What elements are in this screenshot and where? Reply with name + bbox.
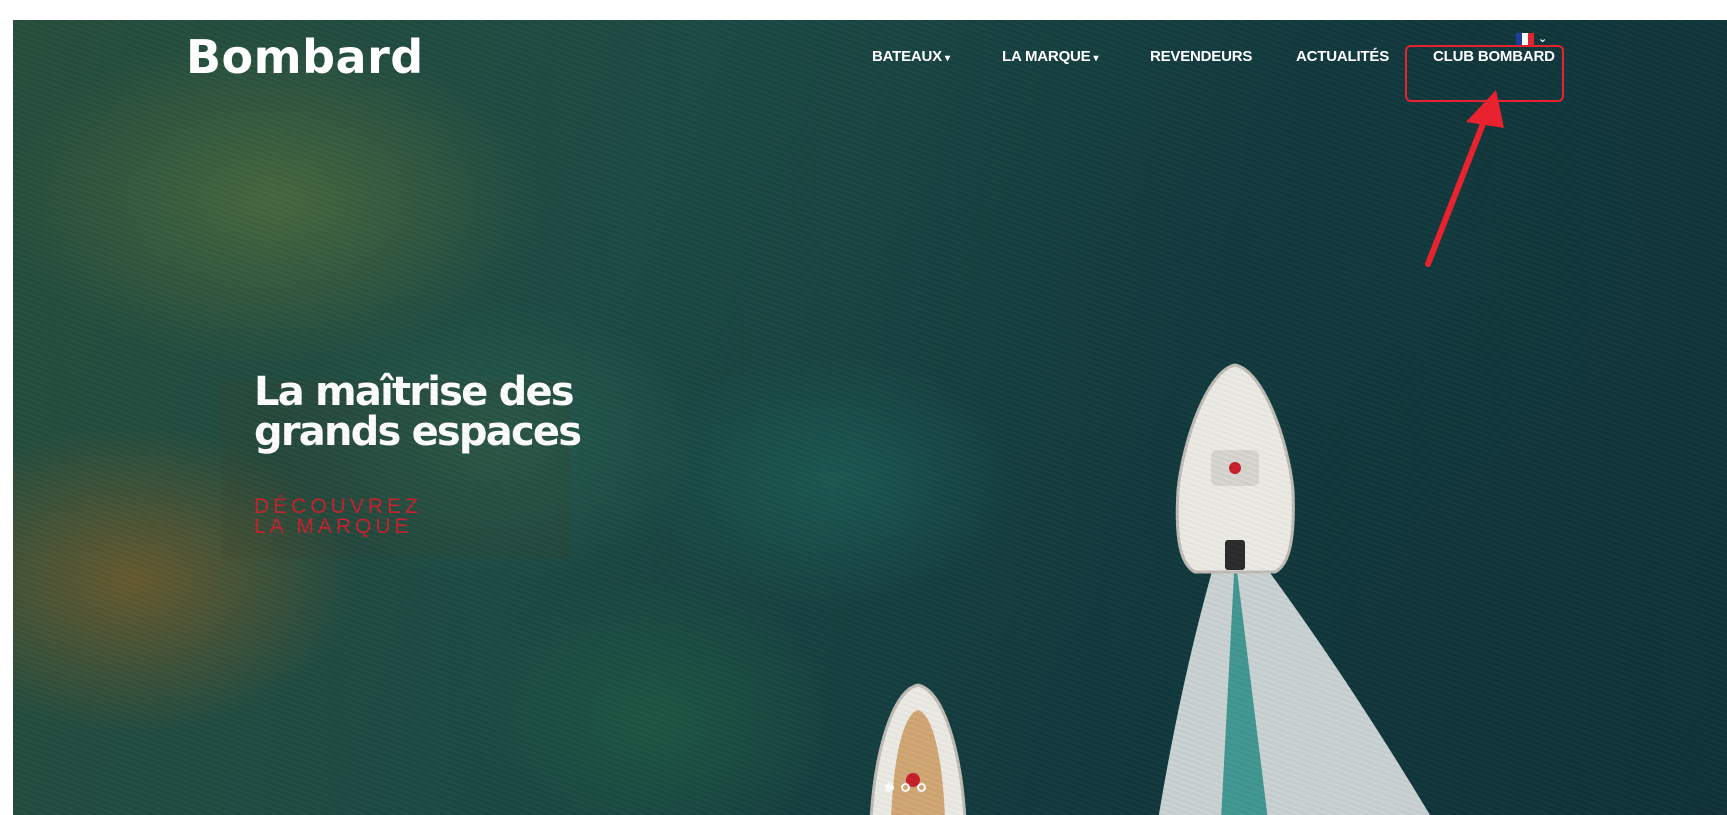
hero-banner: La maîtrise des grands espaces DÉCOUVREZ…: [13, 20, 1727, 815]
language-selector[interactable]: ⌄: [1516, 32, 1547, 45]
nav-item-la-marque[interactable]: LA MARQUE ▾: [1002, 48, 1099, 65]
hero-headline: La maîtrise des grands espaces: [254, 369, 582, 455]
discover-brand-link[interactable]: DÉCOUVREZ LA MARQUE: [254, 495, 422, 538]
boat-motor: [1225, 540, 1245, 570]
slider-dots: [885, 783, 926, 792]
lower-boat-deck: [891, 710, 945, 815]
nav-item-label: CLUB BOMBARD: [1433, 48, 1555, 65]
nav-item-club-bombard[interactable]: CLUB BOMBARD: [1433, 48, 1555, 65]
nav-item-bateaux[interactable]: BATEAUX ▾: [872, 48, 950, 65]
wake-trail: [1221, 555, 1268, 815]
nav-item-actualites[interactable]: ACTUALITÉS: [1296, 48, 1389, 65]
france-flag-icon: [1516, 32, 1534, 45]
slider-dot[interactable]: [917, 783, 926, 792]
boat-console: [1211, 450, 1259, 486]
nav-item-label: REVENDEURS: [1150, 48, 1253, 65]
flag-stripe-red: [1528, 32, 1534, 45]
boat-person: [1229, 462, 1241, 474]
hero-headline-line: La maîtrise des: [254, 369, 575, 415]
cta-line: LA MARQUE: [254, 515, 413, 538]
lower-boat-hull: [869, 683, 967, 815]
nav-item-label: ACTUALITÉS: [1296, 48, 1389, 65]
boat-wake: [1158, 550, 1430, 815]
caret-down-icon: ▾: [945, 53, 950, 64]
slider-dot[interactable]: [885, 783, 894, 792]
nav-item-revendeurs[interactable]: REVENDEURS: [1150, 48, 1252, 65]
upper-boat-hull: [1175, 363, 1295, 574]
chevron-down-icon: ⌄: [1538, 32, 1548, 45]
nav-item-label: BATEAUX: [872, 48, 942, 65]
nav-item-label: LA MARQUE: [1002, 48, 1091, 65]
caret-down-icon: ▾: [1093, 53, 1099, 64]
main-nav: BATEAUX ▾ LA MARQUE ▾ REVENDEURS ACTUALITÉ…: [0, 48, 1727, 68]
cta-line: DÉCOUVREZ: [254, 495, 422, 518]
slider-dot[interactable]: [901, 783, 910, 792]
hero-headline-line: grands espaces: [254, 409, 582, 455]
